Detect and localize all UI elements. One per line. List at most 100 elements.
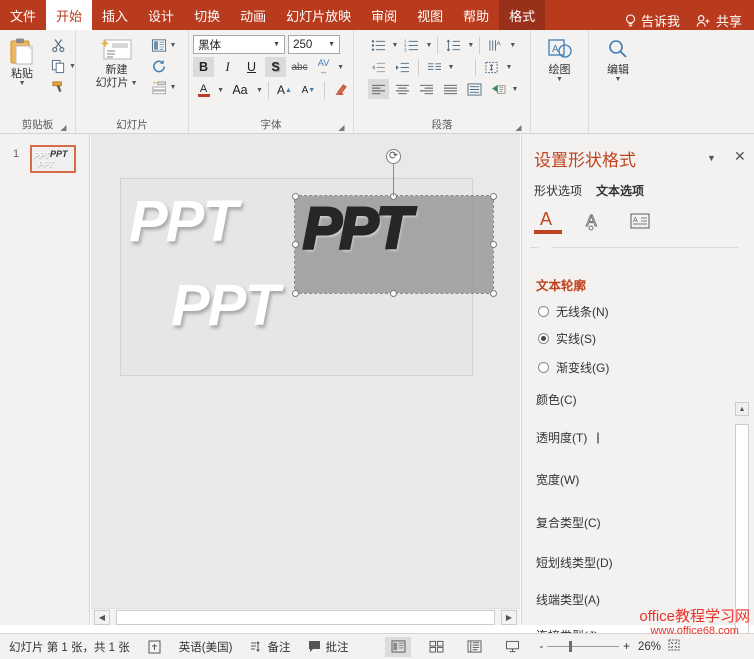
pane-options-caret-icon[interactable]: ▼ <box>707 153 716 163</box>
slide-text-1[interactable]: PPT <box>129 193 236 251</box>
tell-me-button[interactable]: 告诉我 <box>615 11 690 30</box>
increase-indent-button[interactable] <box>392 57 413 77</box>
bold-button[interactable]: B <box>193 57 214 77</box>
radio-no-line-indicator[interactable] <box>538 306 549 317</box>
new-slide-button[interactable]: 新建 幻灯片 ▼ <box>88 35 146 89</box>
font-family-combo[interactable]: 黑体 ▼ <box>193 35 285 54</box>
zoom-level-label[interactable]: 26% <box>638 641 661 653</box>
resize-handle-s[interactable] <box>390 290 397 297</box>
resize-handle-nw[interactable] <box>292 193 299 200</box>
increase-font-size-button[interactable]: A▲ <box>274 80 295 100</box>
decrease-font-size-button[interactable]: A▼ <box>298 80 319 100</box>
drawing-button[interactable]: A 绘图 ▼ <box>537 35 583 83</box>
text-direction-caret-icon[interactable]: ▼ <box>509 42 516 49</box>
zoom-slider-knob[interactable] <box>569 641 572 652</box>
tab-text-options[interactable]: 文本选项 <box>596 182 644 201</box>
font-color-button[interactable]: A <box>193 80 214 100</box>
comments-button[interactable]: 批注 <box>299 639 357 655</box>
drawing-caret-icon[interactable]: ▼ <box>556 76 563 83</box>
decrease-indent-button[interactable] <box>368 57 389 77</box>
resize-handle-se[interactable] <box>490 290 497 297</box>
normal-view-button[interactable] <box>385 637 411 657</box>
align-center-button[interactable] <box>392 79 413 99</box>
slideshow-view-button[interactable] <box>499 637 525 657</box>
copy-caret-icon[interactable]: ▼ <box>69 63 76 70</box>
zoom-slider[interactable] <box>547 646 619 647</box>
radio-gradient-line[interactable]: 渐变线(G) <box>538 359 609 376</box>
tab-animations[interactable]: 动画 <box>230 0 276 30</box>
transparency-slider[interactable]: ❙ <box>593 431 602 444</box>
text-effects-icon[interactable]: A <box>580 208 608 234</box>
align-text-button[interactable] <box>481 57 502 77</box>
tab-home[interactable]: 开始 <box>46 0 92 30</box>
columns-button[interactable] <box>424 57 445 77</box>
tab-insert[interactable]: 插入 <box>92 0 138 30</box>
text-box-icon[interactable]: A <box>626 208 654 234</box>
layout-caret-icon[interactable]: ▼ <box>170 42 177 49</box>
copy-button[interactable]: ▼ <box>47 56 76 77</box>
scroll-left-arrow-icon[interactable]: ◀ <box>94 610 110 625</box>
radio-solid-line[interactable]: 实线(S) <box>538 330 596 347</box>
clipboard-dialog-launcher[interactable]: ◢ <box>59 123 68 132</box>
font-dialog-launcher[interactable]: ◢ <box>337 123 346 132</box>
resize-handle-sw[interactable] <box>292 290 299 297</box>
line-spacing-button[interactable] <box>443 35 464 55</box>
bullets-button[interactable] <box>368 35 389 55</box>
justify-button[interactable] <box>440 79 461 99</box>
slide-text-3[interactable]: PPT <box>171 277 278 335</box>
align-left-button[interactable] <box>368 79 389 99</box>
tab-transitions[interactable]: 切换 <box>184 0 230 30</box>
slide-editing-canvas[interactable]: PPT PPT PPT ⟳ <box>91 134 520 608</box>
numbering-button[interactable]: 1 2 3 <box>401 35 422 55</box>
language-button[interactable]: 英语(美国) <box>170 639 242 655</box>
align-text-caret-icon[interactable]: ▼ <box>505 64 512 71</box>
reset-button[interactable] <box>148 56 177 77</box>
tab-format[interactable]: 格式 <box>499 0 545 30</box>
section-button[interactable]: ▼ <box>148 77 177 98</box>
change-case-caret-icon[interactable]: ▼ <box>256 87 263 94</box>
change-case-button[interactable]: Aa <box>227 80 253 100</box>
line-spacing-caret-icon[interactable]: ▼ <box>467 42 474 49</box>
tab-help[interactable]: 帮助 <box>453 0 499 30</box>
align-right-button[interactable] <box>416 79 437 99</box>
zoom-out-button[interactable]: - <box>539 641 543 653</box>
tab-design[interactable]: 设计 <box>138 0 184 30</box>
reading-view-button[interactable] <box>461 637 487 657</box>
pane-scroll-up-icon[interactable]: ▲ <box>735 402 749 416</box>
section-caret-icon[interactable]: ▼ <box>170 84 177 91</box>
smartart-caret-icon[interactable]: ▼ <box>512 86 519 93</box>
underline-button[interactable]: U <box>241 57 262 77</box>
tab-file[interactable]: 文件 <box>0 0 46 30</box>
slide-info[interactable]: 幻灯片 第 1 张，共 1 张 <box>0 639 139 655</box>
radio-gradient-line-indicator[interactable] <box>538 362 549 373</box>
columns-caret-icon[interactable]: ▼ <box>448 64 455 71</box>
share-button[interactable]: 共享 <box>690 11 754 30</box>
resize-handle-e[interactable] <box>490 241 497 248</box>
pane-close-icon[interactable]: ✕ <box>734 148 746 165</box>
tab-shape-options[interactable]: 形状选项 <box>534 182 582 201</box>
text-fill-icon[interactable]: A <box>534 208 562 234</box>
clear-formatting-button[interactable] <box>330 80 351 100</box>
scroll-track[interactable] <box>116 610 495 625</box>
paste-caret-icon[interactable]: ▼ <box>19 80 26 87</box>
layout-button[interactable]: ▼ <box>148 35 177 56</box>
tab-slideshow[interactable]: 幻灯片放映 <box>276 0 361 30</box>
text-direction-button[interactable]: A <box>485 35 506 55</box>
scroll-right-arrow-icon[interactable]: ▶ <box>501 610 517 625</box>
italic-button[interactable]: I <box>217 57 238 77</box>
character-spacing-button[interactable]: AV ↔ <box>313 57 334 77</box>
resize-handle-ne[interactable] <box>490 193 497 200</box>
text-shadow-button[interactable]: S <box>265 57 286 77</box>
paste-button[interactable]: 粘贴 ▼ <box>0 35 45 87</box>
tab-review[interactable]: 审阅 <box>361 0 407 30</box>
cut-button[interactable] <box>47 35 76 56</box>
resize-handle-w[interactable] <box>292 241 299 248</box>
radio-no-line[interactable]: 无线条(N) <box>538 303 609 320</box>
strikethrough-button[interactable]: abc <box>289 57 310 77</box>
rotate-handle[interactable]: ⟳ <box>386 149 401 164</box>
canvas-horizontal-scrollbar[interactable]: ◀ ▶ <box>91 608 520 625</box>
smartart-button[interactable] <box>488 79 509 99</box>
font-size-combo[interactable]: 250 ▼ <box>288 35 340 54</box>
slide-text-2-selected[interactable]: PPT <box>303 200 410 258</box>
distribute-button[interactable] <box>464 79 485 99</box>
